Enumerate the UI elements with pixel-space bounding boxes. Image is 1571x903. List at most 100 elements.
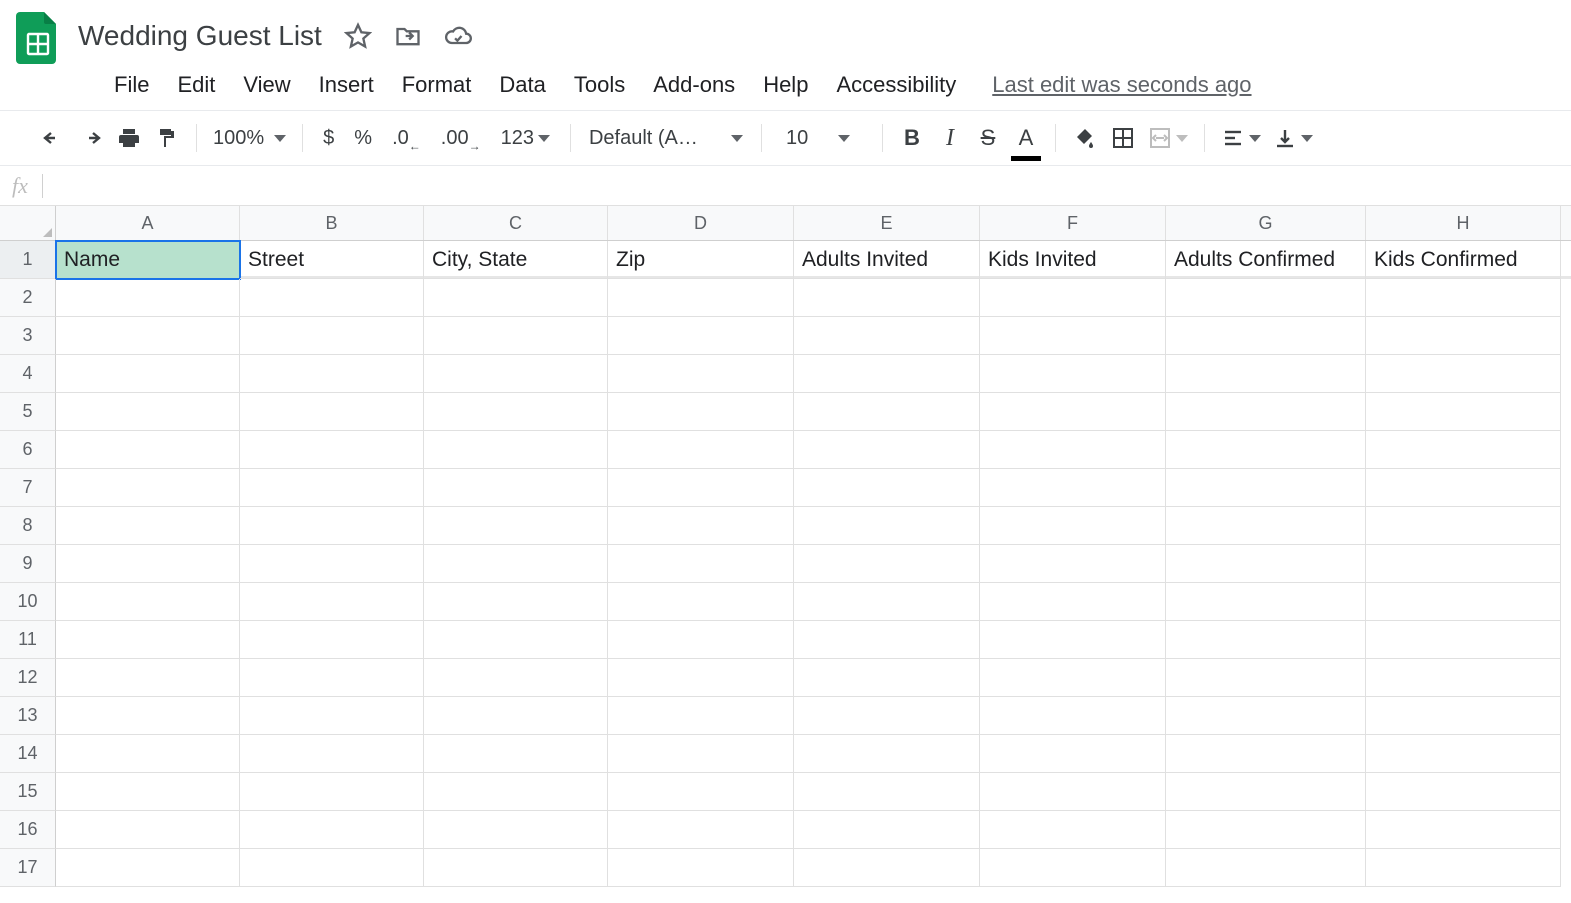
cell-G2[interactable] [1166,279,1366,317]
row-header[interactable]: 1 [0,241,56,279]
cell-E6[interactable] [794,431,980,469]
cell-E1[interactable]: Adults Invited [794,241,980,279]
text-color-button[interactable]: A [1007,118,1045,158]
cell-C16[interactable] [424,811,608,849]
cell-E3[interactable] [794,317,980,355]
cell-B7[interactable] [240,469,424,507]
font-size-select[interactable]: 10 [772,127,872,150]
cell-H5[interactable] [1366,393,1561,431]
cell-G14[interactable] [1166,735,1366,773]
cell-B3[interactable] [240,317,424,355]
row-header[interactable]: 12 [0,659,56,697]
cell-D14[interactable] [608,735,794,773]
cell-B13[interactable] [240,697,424,735]
paint-format-button[interactable] [148,118,186,158]
row-header[interactable]: 10 [0,583,56,621]
cell-F11[interactable] [980,621,1166,659]
cell-F1[interactable]: Kids Invited [980,241,1166,279]
cell-H7[interactable] [1366,469,1561,507]
cell-B4[interactable] [240,355,424,393]
cell-H15[interactable] [1366,773,1561,811]
cell-E11[interactable] [794,621,980,659]
cell-G15[interactable] [1166,773,1366,811]
cell-D2[interactable] [608,279,794,317]
cell-B11[interactable] [240,621,424,659]
cell-H10[interactable] [1366,583,1561,621]
row-header[interactable]: 7 [0,469,56,507]
column-header-B[interactable]: B [240,206,424,240]
cell-B16[interactable] [240,811,424,849]
cell-F13[interactable] [980,697,1166,735]
cell-C5[interactable] [424,393,608,431]
cell-E10[interactable] [794,583,980,621]
row-header[interactable]: 2 [0,279,56,317]
cell-G6[interactable] [1166,431,1366,469]
cell-F16[interactable] [980,811,1166,849]
cell-H9[interactable] [1366,545,1561,583]
cell-D3[interactable] [608,317,794,355]
print-button[interactable] [110,118,148,158]
cell-F3[interactable] [980,317,1166,355]
row-header[interactable]: 6 [0,431,56,469]
cell-G5[interactable] [1166,393,1366,431]
row-header[interactable]: 15 [0,773,56,811]
cell-G7[interactable] [1166,469,1366,507]
cell-A8[interactable] [56,507,240,545]
cell-H14[interactable] [1366,735,1561,773]
cell-E14[interactable] [794,735,980,773]
cell-F14[interactable] [980,735,1166,773]
column-header-F[interactable]: F [980,206,1166,240]
cell-D7[interactable] [608,469,794,507]
menu-help[interactable]: Help [749,66,822,104]
format-percent-button[interactable]: % [344,118,382,158]
formula-input[interactable] [57,166,1571,205]
cell-A3[interactable] [56,317,240,355]
cell-C8[interactable] [424,507,608,545]
move-folder-icon[interactable] [394,22,422,50]
row-header[interactable]: 11 [0,621,56,659]
cell-G9[interactable] [1166,545,1366,583]
cell-F5[interactable] [980,393,1166,431]
zoom-select[interactable]: 100% [207,127,292,150]
cell-G8[interactable] [1166,507,1366,545]
fill-color-button[interactable] [1066,118,1104,158]
cell-G11[interactable] [1166,621,1366,659]
cell-D6[interactable] [608,431,794,469]
cell-B9[interactable] [240,545,424,583]
cell-E12[interactable] [794,659,980,697]
cell-C12[interactable] [424,659,608,697]
cell-H4[interactable] [1366,355,1561,393]
cloud-status-icon[interactable] [444,22,472,50]
cell-G13[interactable] [1166,697,1366,735]
row-header[interactable]: 5 [0,393,56,431]
borders-button[interactable] [1104,118,1142,158]
cell-D11[interactable] [608,621,794,659]
cell-D9[interactable] [608,545,794,583]
column-header-A[interactable]: A [56,206,240,240]
cell-H2[interactable] [1366,279,1561,317]
cell-D1[interactable]: Zip [608,241,794,279]
cell-G10[interactable] [1166,583,1366,621]
cell-E16[interactable] [794,811,980,849]
decrease-decimal-button[interactable]: .0← [382,118,431,158]
row-header[interactable]: 17 [0,849,56,887]
cell-F8[interactable] [980,507,1166,545]
cell-B17[interactable] [240,849,424,887]
last-edit-status[interactable]: Last edit was seconds ago [992,72,1251,98]
italic-button[interactable]: I [931,118,969,158]
cell-A16[interactable] [56,811,240,849]
cell-C14[interactable] [424,735,608,773]
redo-button[interactable] [72,118,110,158]
cell-B15[interactable] [240,773,424,811]
cell-A11[interactable] [56,621,240,659]
horizontal-align-button[interactable] [1215,118,1267,158]
cell-F7[interactable] [980,469,1166,507]
cell-A4[interactable] [56,355,240,393]
cell-D10[interactable] [608,583,794,621]
cell-C1[interactable]: City, State [424,241,608,279]
cell-A6[interactable] [56,431,240,469]
column-header-E[interactable]: E [794,206,980,240]
cell-H11[interactable] [1366,621,1561,659]
document-title[interactable]: Wedding Guest List [74,18,326,54]
menu-addons[interactable]: Add-ons [639,66,749,104]
